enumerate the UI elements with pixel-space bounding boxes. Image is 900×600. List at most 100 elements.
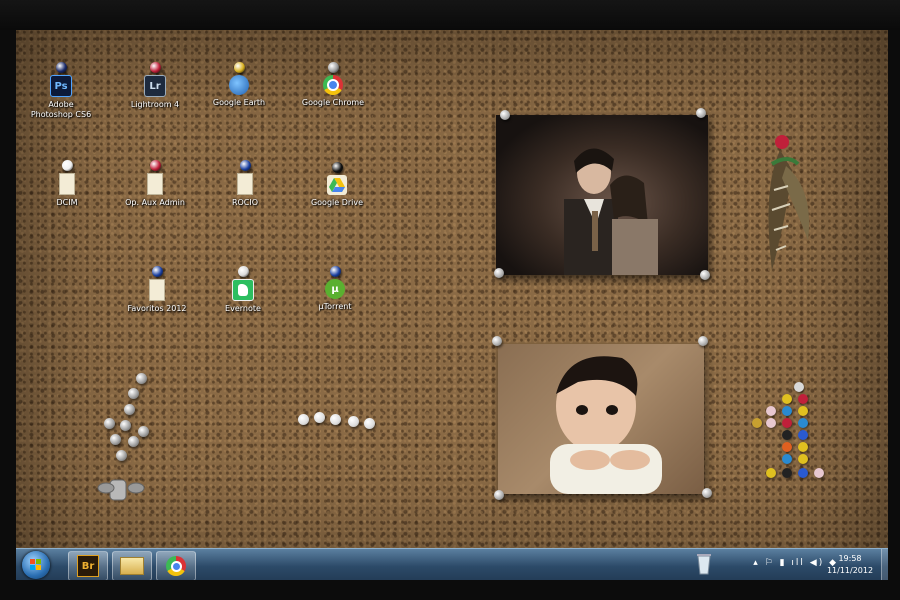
thumbtack: [500, 110, 510, 120]
silver-tack: [138, 426, 149, 437]
photoshop-icon-text: Ps: [54, 80, 68, 92]
silver-tack: [116, 450, 127, 461]
photoshop-icon: Ps: [50, 75, 72, 97]
desktop-icon-label: µTorrent: [290, 302, 380, 312]
desktop-icon-label-text: Google Earth: [212, 98, 266, 107]
desktop-icon-label-text: Google Chrome: [301, 98, 365, 107]
pushpin-icon: [237, 266, 249, 277]
colored-tack: [782, 454, 792, 464]
utorrent-icon: µ: [325, 279, 345, 299]
desktop-icon-google-chrome[interactable]: Google Chrome: [288, 62, 378, 108]
photo-baby: [498, 344, 704, 494]
taskbar-bridge-button[interactable]: Br: [68, 551, 108, 580]
desktop-icon-label-text: Adobe Photoshop CS6: [30, 100, 92, 119]
colored-tack: [782, 430, 792, 440]
desktop-icon-label-text: ROCIO: [231, 198, 259, 207]
silver-tack: [128, 436, 139, 447]
desktop-icon-label: Google Earth: [194, 98, 284, 108]
google-drive-icon-glyph: [329, 178, 345, 192]
start-button[interactable]: [22, 551, 50, 579]
thimble-icon: [97, 479, 145, 501]
desktop-icon-dcim[interactable]: DCIM: [22, 160, 112, 208]
silver-tack: [110, 434, 121, 445]
desktop-icon-label: ROCIO: [200, 198, 290, 208]
thimble-decoration: [96, 476, 146, 502]
taskbar-clock[interactable]: 19:58 11/11/2012: [820, 553, 880, 577]
folder-icon: [59, 173, 75, 195]
thumbtack: [494, 268, 504, 278]
thumbtack: [696, 108, 706, 118]
colored-tack: [798, 454, 808, 464]
desktop-icon-evernote[interactable]: Evernote: [198, 266, 288, 314]
photo-couple: [496, 115, 708, 275]
desktop-icon-label-text: Lightroom 4: [130, 100, 180, 109]
windows-logo-icon: [30, 559, 41, 570]
folder-icon: [147, 173, 163, 195]
desktop-icon-utorrent[interactable]: µ µTorrent: [290, 266, 380, 312]
white-tack: [314, 412, 325, 423]
colored-tack: [798, 430, 808, 440]
desktop-icon-favoritos-2012[interactable]: Favoritos 2012: [112, 266, 202, 314]
colored-tack: [752, 418, 762, 428]
pushpin-icon: [331, 162, 343, 173]
desktop-icon-op-aux-admin[interactable]: Op. Aux Admin: [110, 160, 200, 208]
colored-tack: [782, 418, 792, 428]
photo-couple-figures: [564, 148, 658, 275]
explorer-icon: [120, 557, 144, 575]
thumbtack: [702, 488, 712, 498]
lightroom-icon: Lr: [144, 75, 166, 97]
feather-icon: [768, 135, 810, 270]
chrome-icon-center: [327, 79, 339, 91]
desktop-icon-label: Adobe Photoshop CS6: [16, 100, 106, 120]
desktop-icon-photoshop[interactable]: Ps Adobe Photoshop CS6: [16, 62, 106, 120]
photo-baby-figure: [550, 356, 662, 494]
taskbar-explorer-button[interactable]: [112, 551, 152, 580]
pushpin-icon: [233, 62, 245, 73]
desktop-icon-label-text: Google Drive: [310, 198, 364, 207]
pushpin-icon: [329, 266, 341, 277]
show-desktop-button[interactable]: [881, 549, 888, 580]
pushpin-icon: [149, 160, 161, 171]
thumbtack: [494, 490, 504, 500]
colored-tack: [766, 468, 776, 478]
taskbar-chrome-button[interactable]: [156, 551, 196, 580]
pushpin-icon: [55, 62, 67, 73]
desktop-icon-label-text: Op. Aux Admin: [125, 198, 185, 207]
colored-tack: [794, 382, 804, 392]
colored-tack: [782, 442, 792, 452]
evernote-icon: [232, 279, 254, 301]
clock-time: 19:58: [838, 554, 862, 563]
silver-tack: [136, 373, 147, 384]
desktop-icon-label: DCIM: [22, 198, 112, 208]
colored-tack: [798, 394, 808, 404]
taskbar: Br ▴ ⚐ ▮ ıll ◀) ◆ 19:58 11/11/2012: [16, 548, 888, 580]
desktop-icon-rocio[interactable]: ROCIO: [200, 160, 290, 208]
desktop-icon-label-text: µTorrent: [318, 302, 352, 311]
desktop-icon-label: Evernote: [198, 304, 288, 314]
desktop-icon-label: Lightroom 4: [110, 100, 200, 110]
pushpin-icon: [151, 266, 163, 277]
google-drive-icon: [327, 175, 347, 195]
colored-tack: [766, 406, 776, 416]
colored-tacks-arrow: [752, 382, 828, 500]
evernote-icon-glyph: [238, 284, 248, 296]
white-tack: [364, 418, 375, 429]
folder-icon: [149, 279, 165, 301]
recycle-bin-glyph: [697, 554, 711, 575]
feather-decoration: [752, 130, 822, 280]
monitor-logo: [380, 0, 460, 6]
utorrent-icon-text: µ: [331, 283, 339, 295]
desktop-icon-lightroom[interactable]: Lr Lightroom 4: [110, 62, 200, 110]
desktop-icon-label-text: Favoritos 2012: [127, 304, 187, 313]
monitor-bezel: [0, 0, 900, 30]
desktop-icon-google-drive[interactable]: Google Drive: [292, 162, 382, 208]
folder-icon: [237, 173, 253, 195]
lightroom-icon-text: Lr: [149, 80, 161, 92]
recycle-bin-icon[interactable]: [696, 552, 712, 576]
white-tack: [330, 414, 341, 425]
desktop-icon-google-earth[interactable]: Google Earth: [194, 62, 284, 108]
clock-date: 11/11/2012: [826, 566, 874, 575]
thumbtack: [492, 336, 502, 346]
bridge-icon: Br: [77, 555, 99, 577]
chrome-icon: [166, 556, 186, 576]
